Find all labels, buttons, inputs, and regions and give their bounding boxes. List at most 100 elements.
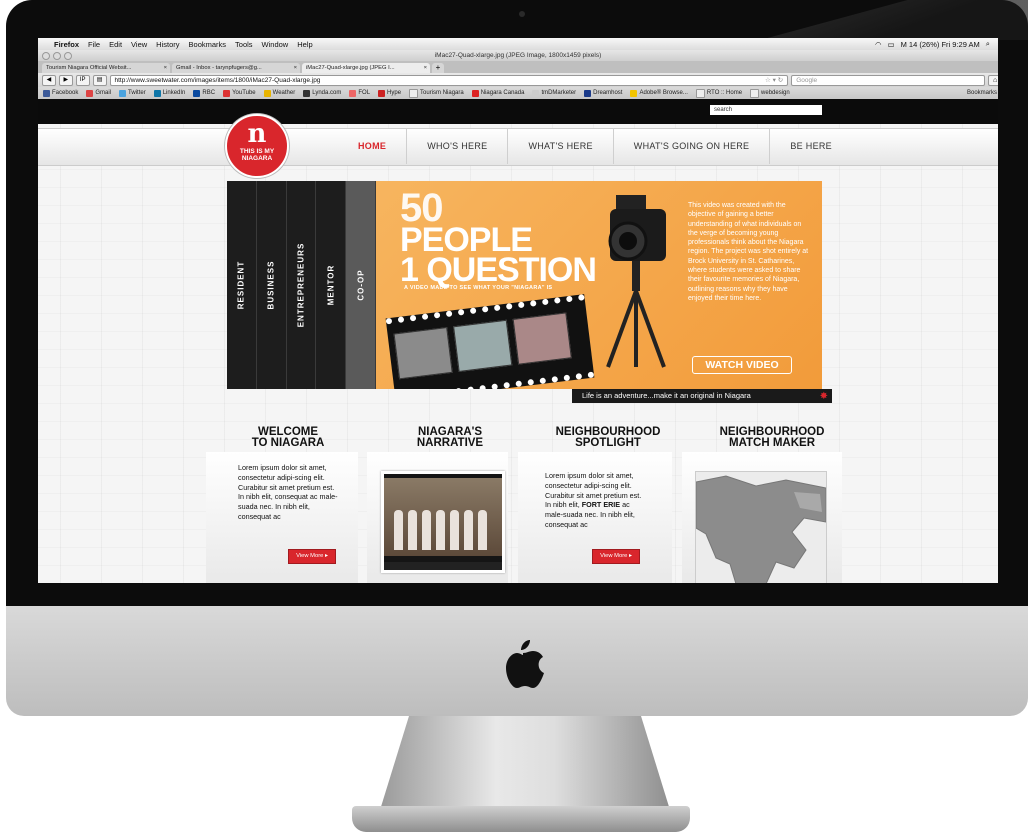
- tab-resident[interactable]: RESIDENT: [227, 181, 257, 389]
- maple-leaf-icon: [471, 89, 479, 97]
- bookmark-webdesign[interactable]: webdesign: [750, 88, 790, 98]
- menu-history[interactable]: History: [156, 40, 179, 49]
- bookmark-lynda[interactable]: Lynda.com: [303, 89, 341, 97]
- spotlight-search-icon[interactable]: ⌕: [986, 39, 990, 49]
- bookmark-label: Gmail: [95, 90, 112, 96]
- bookmark-youtube[interactable]: YouTube: [223, 89, 256, 97]
- new-tab-button[interactable]: +: [432, 63, 444, 73]
- home-icon[interactable]: ⌂: [988, 74, 998, 86]
- tab-mentor[interactable]: MENTOR: [316, 181, 347, 389]
- map-outline-icon: [696, 475, 826, 583]
- website: search HOME WHO'S HERE WHAT'S HERE WHAT'…: [38, 99, 998, 583]
- close-tab-icon[interactable]: ×: [164, 63, 167, 73]
- bookmark-tmdmarketer[interactable]: tmDMarketer: [532, 89, 576, 97]
- banner-line3: 1 QUESTION: [400, 251, 597, 290]
- forward-button[interactable]: ▶: [58, 74, 73, 86]
- menu-edit[interactable]: Edit: [109, 40, 122, 49]
- back-button[interactable]: ◀: [42, 74, 56, 86]
- bookmark-label: YouTube: [232, 90, 256, 96]
- audience-tabs: RESIDENT BUSINESS ENTREPRENEURS MENTOR C…: [227, 181, 376, 389]
- close-tab-icon[interactable]: ×: [294, 63, 297, 73]
- bookmark-star-icon[interactable]: ☆ ▾ ↻: [765, 76, 783, 85]
- site-search-input[interactable]: search: [710, 105, 822, 115]
- bookmark-weather[interactable]: Weather: [263, 89, 295, 97]
- imac-stand: [380, 716, 670, 810]
- browser-tab-tourism[interactable]: Tourism Niagara Official Websit... ×: [42, 63, 170, 73]
- site-search-placeholder: search: [714, 107, 733, 113]
- menu-view[interactable]: View: [131, 40, 147, 49]
- view-more-button[interactable]: View More ▸: [288, 549, 336, 564]
- browser-tab-active[interactable]: iMac27-Quad-xlarge.jpg (JPEG I... ×: [302, 63, 430, 73]
- video-controls[interactable]: [384, 562, 502, 570]
- person-figure: [394, 510, 403, 550]
- welcome-text: Lorem ipsum dolor sit amet, consectetur …: [238, 463, 338, 521]
- tab-label: MENTOR: [326, 264, 336, 306]
- menu-window[interactable]: Window: [262, 40, 289, 49]
- search-input[interactable]: Google: [791, 74, 986, 86]
- tab-coop[interactable]: CO-OP: [346, 181, 376, 389]
- person-figure: [422, 510, 431, 550]
- site-topbar: search: [38, 99, 998, 124]
- menu-file[interactable]: File: [88, 40, 100, 49]
- menubar-status-text[interactable]: M 14 (26%) Fri 9:29 AM: [901, 40, 980, 49]
- menu-tools[interactable]: Tools: [235, 40, 253, 49]
- bookmark-hype[interactable]: Hype: [378, 89, 401, 97]
- video-player[interactable]: [381, 471, 505, 573]
- heading-line: SPOTLIGHT: [575, 437, 641, 449]
- bookmark-rbc[interactable]: RBC: [193, 89, 215, 97]
- person-figure: [436, 510, 445, 550]
- banner-subtitle: A VIDEO MADE TO SEE WHAT YOUR "NIAGARA" …: [404, 285, 553, 291]
- nav-whos-here[interactable]: WHO'S HERE: [407, 128, 509, 164]
- ip-icon[interactable]: IP: [75, 74, 90, 86]
- minimize-window-icon[interactable]: [53, 52, 61, 60]
- bookmark-label: Twitter: [128, 90, 146, 96]
- bookmark-adobe[interactable]: Adobe® Browse...: [630, 89, 688, 97]
- bookmarks-menu[interactable]: Bookmarks: [967, 87, 997, 99]
- site-logo[interactable]: n THIS IS MY NIAGARA: [225, 114, 289, 178]
- page-icon: [695, 88, 705, 98]
- page-icon: [750, 88, 760, 98]
- nav-whats-going-on[interactable]: WHAT'S GOING ON HERE: [614, 128, 771, 164]
- url-bar[interactable]: http://www.sweetwater.com/images/items/1…: [109, 74, 789, 86]
- film-frame: [393, 327, 453, 380]
- nav-be-here[interactable]: BE HERE: [770, 128, 852, 164]
- bookmark-site-icon[interactable]: ▤: [92, 74, 107, 86]
- zoom-window-icon[interactable]: [64, 52, 72, 60]
- close-tab-icon[interactable]: ×: [424, 63, 427, 73]
- watch-video-button[interactable]: WATCH VIDEO: [692, 356, 792, 374]
- bookmark-dreamhost[interactable]: Dreamhost: [584, 89, 622, 97]
- tab-label: Tourism Niagara Official Websit...: [46, 65, 132, 71]
- menu-help[interactable]: Help: [297, 40, 312, 49]
- tab-entrepreneurs[interactable]: ENTREPRENEURS: [286, 181, 317, 389]
- wifi-icon[interactable]: ◠: [875, 40, 882, 49]
- tagline-text: Life is an adventure...make it an origin…: [582, 391, 751, 400]
- banner-line1: 50: [400, 186, 443, 230]
- imac-stand-base: [352, 806, 690, 832]
- rbc-icon: [193, 89, 201, 97]
- spotlight-highlight: FORT ERIE: [581, 500, 621, 510]
- bookmark-gmail[interactable]: Gmail: [86, 89, 112, 97]
- view-more-button[interactable]: View More ▸: [592, 549, 640, 564]
- dreamhost-icon: [584, 89, 592, 97]
- menu-bookmarks[interactable]: Bookmarks: [189, 40, 227, 49]
- bookmark-linkedin[interactable]: LinkedIn: [153, 89, 185, 97]
- bookmark-rto[interactable]: RTO :: Home: [695, 88, 742, 98]
- bookmarks-toolbar: Facebook Gmail Twitter LinkedIn RBC YouT…: [38, 87, 998, 99]
- bookmark-facebook[interactable]: Facebook: [43, 89, 78, 97]
- film-frame: [512, 312, 572, 365]
- bookmark-fol[interactable]: FOL: [349, 89, 370, 97]
- main-nav: HOME WHO'S HERE WHAT'S HERE WHAT'S GOING…: [338, 128, 852, 164]
- nav-whats-here[interactable]: WHAT'S HERE: [508, 128, 614, 164]
- film-strip-image: [385, 294, 595, 389]
- close-window-icon[interactable]: [42, 52, 50, 60]
- bookmark-twitter[interactable]: Twitter: [119, 89, 146, 97]
- menu-app-name[interactable]: Firefox: [54, 40, 79, 49]
- niagara-map[interactable]: [695, 471, 827, 583]
- browser-tab-gmail[interactable]: Gmail - Inbox - tarynpfugers@g... ×: [172, 63, 300, 73]
- nav-home[interactable]: HOME: [338, 128, 408, 164]
- bookmark-tourism-niagara[interactable]: Tourism Niagara: [409, 88, 464, 98]
- tab-business[interactable]: BUSINESS: [256, 181, 287, 389]
- battery-icon[interactable]: ▭: [888, 40, 895, 49]
- bookmark-niagara-canada[interactable]: Niagara Canada: [471, 89, 524, 97]
- person-figure: [450, 510, 459, 550]
